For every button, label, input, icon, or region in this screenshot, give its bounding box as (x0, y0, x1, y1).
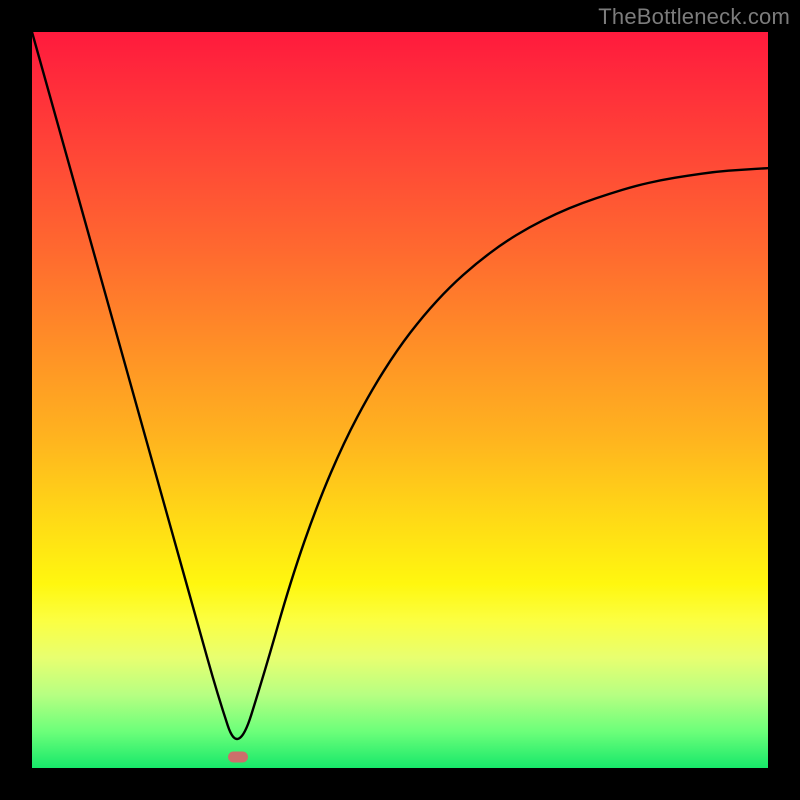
bottleneck-curve (32, 32, 768, 739)
minimum-marker (228, 751, 248, 762)
curve-svg (32, 32, 768, 768)
chart-frame: TheBottleneck.com (0, 0, 800, 800)
watermark-text: TheBottleneck.com (598, 4, 790, 30)
plot-area (32, 32, 768, 768)
